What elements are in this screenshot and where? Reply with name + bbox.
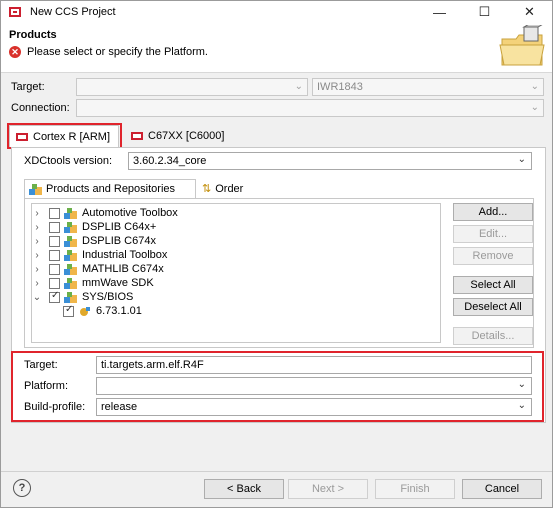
checkbox[interactable] [49, 221, 60, 233]
highlight-box-fields [11, 351, 544, 422]
xdc-version-combo[interactable]: 3.60.2.34_core ⌄ [128, 152, 532, 170]
products-panel: › Automotive Toolbox › DSPLIB C64x+ › DS… [24, 198, 534, 348]
checkbox[interactable] [49, 263, 60, 275]
xdc-version-value: 3.60.2.34_core [133, 155, 207, 167]
highlight-box-tab [7, 123, 122, 149]
select-all-button[interactable]: Select All [453, 276, 533, 294]
list-item[interactable]: 6.73.1.01 [56, 304, 142, 318]
package-icon [64, 221, 77, 233]
deselect-all-button[interactable]: Deselect All [453, 298, 533, 316]
target-row: Target: ⌄ IWR1843 ⌄ [1, 78, 552, 98]
tab-label: Order [215, 182, 244, 195]
header-message: ✕ Please select or specify the Platform. [9, 46, 208, 58]
wizard-header: Products ✕ Please select or specify the … [1, 22, 552, 73]
package-icon [64, 277, 77, 289]
checkbox[interactable] [49, 235, 60, 247]
products-icon [29, 183, 42, 195]
add-button[interactable]: Add... [453, 203, 533, 221]
cancel-button[interactable]: Cancel [462, 479, 542, 499]
checkbox[interactable] [49, 249, 60, 261]
checkbox[interactable] [49, 207, 60, 219]
chevron-right-icon[interactable]: › [32, 250, 42, 261]
tab-products-repositories[interactable]: Products and Repositories [24, 179, 196, 198]
xdc-label: XDCtools version: [24, 155, 113, 167]
close-button[interactable]: ✕ [507, 1, 552, 23]
folder-graphic-icon [498, 22, 547, 69]
version-icon [78, 306, 91, 317]
chevron-down-icon: ⌄ [530, 102, 539, 113]
window-title: New CCS Project [30, 6, 116, 18]
title-bar: New CCS Project — ☐ ✕ [1, 1, 552, 23]
target-label: Target: [11, 81, 45, 93]
package-icon [64, 235, 77, 247]
checkbox[interactable] [63, 304, 74, 317]
chevron-right-icon[interactable]: › [32, 264, 42, 275]
back-button[interactable]: < Back [204, 479, 284, 499]
window-controls: — ☐ ✕ [417, 1, 552, 23]
ccs-app-icon [8, 5, 22, 19]
new-ccs-project-dialog: New CCS Project — ☐ ✕ Products ✕ Please … [0, 0, 553, 508]
maximize-button[interactable]: ☐ [462, 1, 507, 23]
finish-button[interactable]: Finish [375, 479, 455, 499]
target-device-value: IWR1843 [317, 81, 363, 93]
list-item[interactable]: › Automotive Toolbox [32, 206, 177, 220]
target-family-combo[interactable]: ⌄ [76, 78, 308, 96]
chevron-right-icon[interactable]: › [32, 208, 42, 219]
connection-label: Connection: [11, 102, 70, 114]
core-icon [131, 131, 143, 141]
package-icon [64, 291, 77, 303]
remove-button[interactable]: Remove [453, 247, 533, 265]
list-item[interactable]: › mmWave SDK [32, 276, 153, 290]
list-item[interactable]: › MATHLIB C674x [32, 262, 163, 276]
next-button[interactable]: Next > [288, 479, 368, 499]
package-icon [64, 249, 77, 261]
connection-combo[interactable]: ⌄ [76, 99, 544, 117]
products-tabs: Products and Repositories ⇅ Order [24, 179, 534, 198]
order-icon: ⇅ [202, 183, 212, 195]
details-button[interactable]: Details... [453, 327, 533, 345]
list-item[interactable]: › DSPLIB C674x [32, 234, 156, 248]
footer-divider [1, 471, 552, 472]
list-item[interactable]: › DSPLIB C64x+ [32, 220, 156, 234]
tab-c67xx[interactable]: C67XX [C6000] [125, 125, 235, 147]
checkbox[interactable] [49, 277, 60, 289]
edit-button[interactable]: Edit... [453, 225, 533, 243]
list-item[interactable]: › Industrial Toolbox [32, 248, 167, 262]
tab-label: Products and Repositories [46, 183, 176, 195]
target-device-combo[interactable]: IWR1843 ⌄ [312, 78, 544, 96]
chevron-down-icon: ⌄ [294, 81, 303, 92]
error-icon: ✕ [9, 46, 21, 58]
chevron-down-icon: ⌄ [517, 154, 526, 165]
package-icon [64, 263, 77, 275]
chevron-down-icon: ⌄ [530, 81, 539, 92]
tab-label: C67XX [C6000] [148, 130, 225, 142]
header-message-text: Please select or specify the Platform. [27, 46, 208, 58]
tab-order[interactable]: ⇅ Order [198, 179, 260, 198]
chevron-right-icon[interactable]: › [32, 278, 42, 289]
connection-row: Connection: ⌄ [1, 99, 552, 119]
chevron-down-icon[interactable]: ⌄ [32, 292, 42, 303]
products-tree: › Automotive Toolbox › DSPLIB C64x+ › DS… [31, 203, 441, 343]
chevron-right-icon[interactable]: › [32, 222, 42, 233]
list-item[interactable]: ⌄ SYS/BIOS [32, 290, 134, 304]
minimize-button[interactable]: — [417, 1, 462, 23]
package-icon [64, 207, 77, 219]
checkbox[interactable] [49, 290, 60, 303]
page-title: Products [9, 29, 57, 41]
help-icon[interactable]: ? [13, 479, 31, 497]
chevron-right-icon[interactable]: › [32, 236, 42, 247]
